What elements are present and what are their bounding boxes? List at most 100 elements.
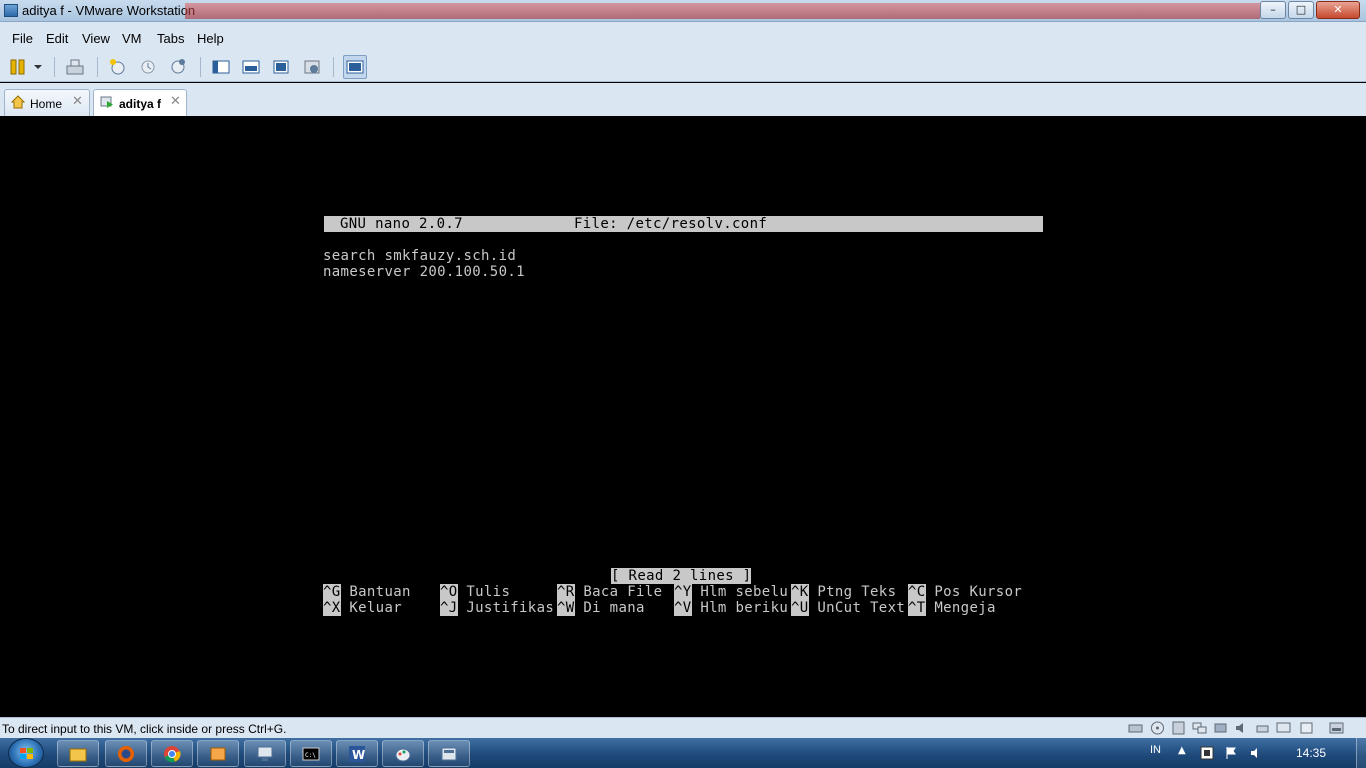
home-icon <box>10 95 26 109</box>
vmware-app-icon <box>4 4 18 17</box>
unity-icon[interactable] <box>302 57 322 77</box>
taskbar-folder[interactable] <box>197 740 239 767</box>
word-icon: W <box>348 745 366 763</box>
tab-aditya-f[interactable]: aditya f ✕ <box>93 89 187 116</box>
full-screen-icon[interactable] <box>271 57 291 77</box>
window-title: aditya f - VMware Workstation <box>22 3 196 18</box>
shortcut-read-file: ^R Baca File <box>557 584 663 600</box>
nano-version: GNU nano 2.0.7 <box>340 216 463 232</box>
shortcut-uncut-text: ^U UnCut Text <box>791 600 906 616</box>
vm-status-bar: To direct input to this VM, click inside… <box>0 717 1366 738</box>
floppy-icon[interactable] <box>1171 721 1186 735</box>
tab-home-close-icon[interactable]: ✕ <box>72 94 83 109</box>
tab-aditya-f-close-icon[interactable]: ✕ <box>170 94 181 109</box>
firefox-icon <box>117 745 135 763</box>
taskbar-word[interactable]: W <box>336 740 378 767</box>
paint-icon <box>394 745 412 763</box>
minimize-button[interactable]: – <box>1260 1 1286 19</box>
snapshot-manager-icon[interactable] <box>168 57 188 77</box>
file-explorer-icon <box>69 745 87 763</box>
shortcut-prev-page: ^Y Hlm sebelu <box>674 584 789 600</box>
nano-status-message: [ Read 2 lines ] <box>611 568 752 584</box>
taskbar-cmd[interactable]: C:\ <box>290 740 332 767</box>
clock[interactable]: 14:35 <box>1296 746 1326 760</box>
nano-title-bar: GNU nano 2.0.7 File: /etc/resolv.conf <box>324 216 1043 232</box>
taskbar-file-explorer[interactable] <box>57 740 99 767</box>
shortcut-write: ^O Tulis <box>440 584 511 600</box>
usb-icon[interactable] <box>1213 721 1228 735</box>
menu-tabs[interactable]: Tabs <box>157 31 184 46</box>
hard-disk-icon[interactable] <box>1128 721 1143 735</box>
sound-card-icon[interactable] <box>1234 721 1249 735</box>
title-bar: aditya f - VMware Workstation – □ ✕ <box>0 0 1366 22</box>
vmware-icon <box>440 745 458 763</box>
background-window-title-strip <box>185 3 1260 19</box>
show-hidden-icons-icon[interactable]: ▲ <box>1178 745 1186 756</box>
menu-vm[interactable]: VM <box>122 31 142 46</box>
shortcut-cut-text: ^K Ptng Teks <box>791 584 897 600</box>
cd-dvd-icon[interactable] <box>1150 721 1165 735</box>
svg-text:W: W <box>352 748 365 762</box>
taskbar-network[interactable] <box>244 740 286 767</box>
taskbar-vmware[interactable] <box>428 740 470 767</box>
toolbar-separator <box>333 57 334 77</box>
printer-icon[interactable] <box>1255 721 1270 735</box>
svg-text:C:\: C:\ <box>305 752 316 759</box>
folder-icon <box>209 745 227 763</box>
toolbar-separator <box>97 57 98 77</box>
menu-view[interactable]: View <box>82 31 110 46</box>
show-desktop-button[interactable] <box>1356 738 1366 768</box>
shortcut-where-is: ^W Di mana <box>557 600 645 616</box>
taskbar-firefox[interactable] <box>105 740 147 767</box>
shortcut-cursor-pos: ^C Pos Kursor <box>908 584 1023 600</box>
shortcut-exit: ^X Keluar <box>323 600 403 616</box>
cmd-icon: C:\ <box>302 745 320 763</box>
tab-home-label: Home <box>30 97 63 111</box>
chrome-icon <box>163 745 181 763</box>
tray-app-icon[interactable] <box>1200 746 1214 760</box>
nano-filename: File: /etc/resolv.conf <box>574 216 768 232</box>
menu-bar: File Edit View VM Tabs Help <box>0 22 1366 52</box>
tab-bar: Home ✕ aditya f ✕ <box>0 83 1366 116</box>
shortcut-next-page: ^V Hlm beriku <box>674 600 789 616</box>
network-adapter-icon[interactable] <box>1192 721 1207 735</box>
shortcut-spell: ^T Mengeja <box>908 600 996 616</box>
file-line-2: nameserver 200.100.50.1 <box>323 264 525 280</box>
menu-edit[interactable]: Edit <box>46 31 68 46</box>
volume-icon[interactable] <box>1249 746 1263 760</box>
menu-help[interactable]: Help <box>197 31 224 46</box>
vm-running-icon <box>100 95 114 109</box>
toolbar-separator <box>200 57 201 77</box>
menu-file[interactable]: File <box>12 31 33 46</box>
status-message: To direct input to this VM, click inside… <box>2 722 287 736</box>
toolbar <box>0 52 1366 82</box>
shortcut-justify: ^J Justifikas <box>440 600 555 616</box>
quick-switch-icon[interactable] <box>241 57 261 77</box>
taskbar-paint[interactable] <box>382 740 424 767</box>
toolbar-separator <box>54 57 55 77</box>
tab-aditya-f-label: aditya f <box>119 97 162 111</box>
console-view-icon[interactable] <box>211 57 231 77</box>
windows-taskbar: C:\ W IN ▲ 14:35 <box>0 738 1366 768</box>
fit-window-icon[interactable] <box>1329 721 1344 735</box>
action-center-flag-icon[interactable] <box>1224 746 1238 760</box>
close-button[interactable]: ✕ <box>1316 1 1360 19</box>
vm-console[interactable]: GNU nano 2.0.7 File: /etc/resolv.conf se… <box>4 116 1363 717</box>
maximize-button[interactable]: □ <box>1288 1 1314 19</box>
message-log-icon[interactable] <box>1299 721 1314 735</box>
display-icon[interactable] <box>1276 721 1291 735</box>
snapshot-revert-icon[interactable] <box>138 57 158 77</box>
tab-home[interactable]: Home ✕ <box>4 89 90 116</box>
dropdown-arrow-icon[interactable] <box>28 57 42 77</box>
taskbar-chrome[interactable] <box>151 740 193 767</box>
thumbnail-bar-icon[interactable] <box>343 55 367 79</box>
pause-icon[interactable] <box>8 57 28 77</box>
send-ctrl-alt-del-icon[interactable] <box>65 57 85 77</box>
language-indicator[interactable]: IN <box>1150 744 1161 756</box>
network-icon <box>256 745 274 763</box>
file-line-1: search smkfauzy.sch.id <box>323 248 517 264</box>
start-button[interactable] <box>8 738 44 768</box>
shortcut-help: ^G Bantuan <box>323 584 411 600</box>
snapshot-take-icon[interactable] <box>108 57 128 77</box>
window-controls: – □ ✕ <box>1258 1 1360 19</box>
